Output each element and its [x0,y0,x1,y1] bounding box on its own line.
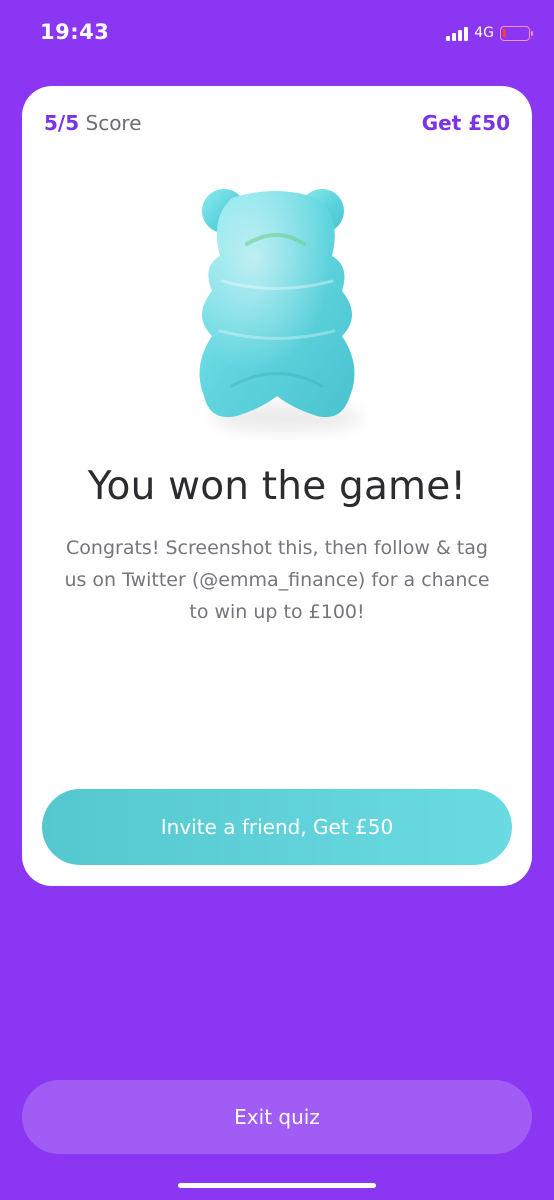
score: 5/5 Score [44,111,142,135]
network-type: 4G [474,25,494,41]
gummy-bear-graphic [199,189,362,432]
battery-level [503,28,506,37]
battery-icon [500,25,533,41]
score-value: 5/5 [44,111,80,135]
status-bar: 19:43 4G [0,0,554,66]
invite-friend-button[interactable]: Invite a friend, Get £50 [42,789,512,865]
quiz-result-screen: 19:43 4G 5/5 Score Get £50 You won the g… [0,0,554,1200]
exit-quiz-button[interactable]: Exit quiz [22,1080,532,1154]
status-indicators: 4G [446,23,533,43]
congrats-message: Congrats! Screenshot this, then follow &… [64,537,490,623]
signal-icon [446,25,469,41]
home-indicator[interactable] [178,1183,376,1188]
status-time: 19:43 [40,20,110,44]
score-label: Score [85,111,142,135]
get-reward-link[interactable]: Get £50 [422,111,510,135]
headline: You won the game! [87,464,467,509]
gummy-bear-icon [192,186,362,436]
result-card: 5/5 Score Get £50 You won the game! Cong… [22,86,532,886]
